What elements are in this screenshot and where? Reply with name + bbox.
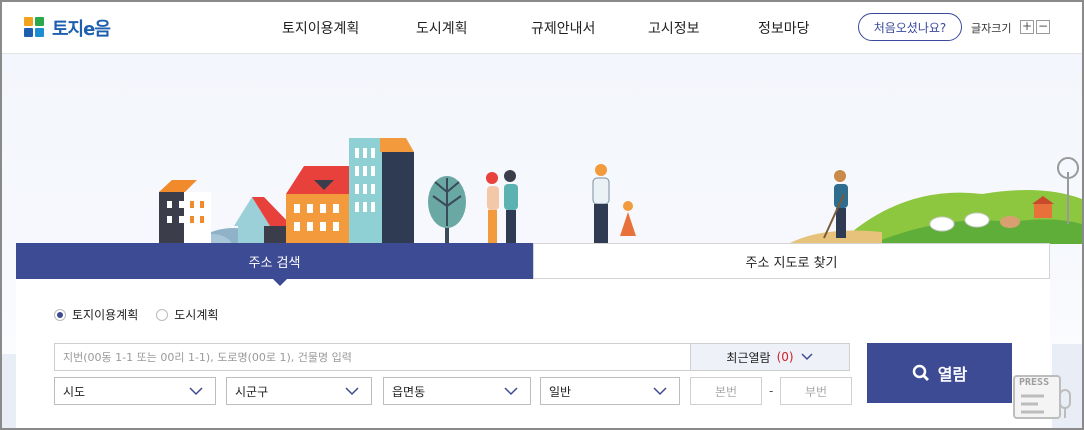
chevron-down-icon bbox=[801, 353, 813, 361]
chevron-down-icon bbox=[504, 387, 518, 396]
press-watermark-text: PRESS bbox=[1019, 377, 1050, 388]
search-type-radio-group: 토지이용계획 도시계획 bbox=[54, 306, 218, 323]
sigungu-select[interactable]: 시군구 bbox=[226, 377, 372, 405]
tab-address-search[interactable]: 주소 검색 bbox=[16, 243, 533, 279]
land-type-select[interactable]: 일반 bbox=[540, 377, 680, 405]
first-visit-button[interactable]: 처음오셨나요? bbox=[858, 13, 962, 41]
tab-map-search[interactable]: 주소 지도로 찾기 bbox=[533, 243, 1050, 279]
logo-house-icon bbox=[24, 17, 46, 39]
sido-select-value: 시도 bbox=[63, 384, 86, 399]
sub-number-input[interactable]: 부번 bbox=[780, 377, 852, 405]
site-logo[interactable]: 토지e음 bbox=[24, 16, 111, 40]
search-panel: 주소 검색 주소 지도로 찾기 토지이용계획 도시계획 지번(00동 1-1 또… bbox=[16, 243, 1050, 430]
open-button-label: 열람 bbox=[937, 365, 968, 384]
radio-label: 토지이용계획 bbox=[72, 308, 139, 322]
eupmyeondong-select-value: 읍면동 bbox=[392, 384, 426, 399]
radio-unselected-icon bbox=[156, 308, 169, 321]
search-icon bbox=[912, 364, 929, 381]
land-type-select-value: 일반 bbox=[549, 384, 572, 399]
nav-notice-info[interactable]: 고시정보 bbox=[648, 18, 700, 38]
recent-view-dropdown[interactable]: 최근열람 (0) bbox=[690, 343, 850, 371]
main-number-input[interactable]: 본번 bbox=[690, 377, 762, 405]
nav-regulation-guide[interactable]: 규제안내서 bbox=[531, 18, 595, 38]
number-separator: - bbox=[769, 384, 774, 398]
radio-urban-plan[interactable]: 도시계획 bbox=[156, 306, 218, 323]
site-header: 토지e음 토지이용계획 도시계획 규제안내서 고시정보 정보마당 처음오셨나요?… bbox=[2, 2, 1082, 54]
address-search-input[interactable]: 지번(00동 1-1 또는 00리 1-1), 도로명(00로 1), 건물명 … bbox=[54, 343, 691, 371]
recent-view-count: (0) bbox=[776, 350, 794, 364]
sido-select[interactable]: 시도 bbox=[54, 377, 216, 405]
press-watermark: PRESS bbox=[1012, 372, 1078, 422]
logo-text: 토지e음 bbox=[52, 19, 111, 40]
active-tab-indicator bbox=[273, 279, 287, 286]
radio-label: 도시계획 bbox=[174, 308, 219, 322]
nav-land-use-plan[interactable]: 토지이용계획 bbox=[282, 18, 359, 38]
radio-land-use-plan[interactable]: 토지이용계획 bbox=[54, 306, 138, 323]
nav-urban-plan[interactable]: 도시계획 bbox=[416, 18, 468, 38]
recent-view-label: 최근열람 bbox=[726, 350, 771, 365]
sigungu-select-value: 시군구 bbox=[235, 384, 269, 399]
nav-info-plaza[interactable]: 정보마당 bbox=[758, 18, 810, 38]
chevron-down-icon bbox=[189, 387, 203, 396]
radio-selected-icon bbox=[54, 308, 66, 321]
eupmyeondong-select[interactable]: 읍면동 bbox=[383, 377, 531, 405]
font-increase-button[interactable]: + bbox=[1020, 20, 1034, 34]
open-button[interactable]: 열람 bbox=[867, 343, 1012, 403]
font-decrease-button[interactable]: − bbox=[1036, 20, 1050, 34]
chevron-down-icon bbox=[345, 387, 359, 396]
chevron-down-icon bbox=[653, 387, 667, 396]
font-size-label: 글자크기 bbox=[971, 22, 1012, 35]
